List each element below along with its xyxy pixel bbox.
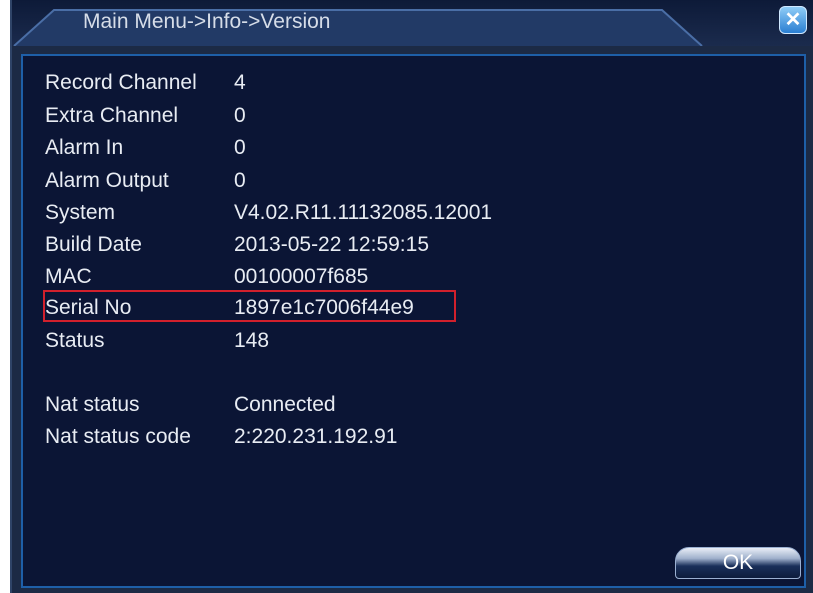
info-row-alarm-in: Alarm In 0 [23,136,783,166]
info-row-status: Status 148 [23,329,783,359]
info-value: 148 [234,329,270,352]
info-row-build-date: Build Date 2013-05-22 12:59:15 [23,233,783,263]
info-row-nat-status: Nat status Connected [23,393,783,423]
info-label: Nat status [45,393,140,416]
version-info-panel: Record Channel 4 Extra Channel 0 Alarm I… [21,54,806,588]
info-row-system: System V4.02.R11.11132085.12001 [23,201,783,231]
info-row-record-channel: Record Channel 4 [23,71,783,101]
dialog-window: Main Menu->Info->Version ✕ Record Channe… [10,0,813,593]
info-label: Extra Channel [45,104,179,127]
info-value: Connected [234,393,336,416]
info-label: Status [45,329,105,352]
info-label: System [45,201,116,224]
info-label: Build Date [45,233,142,256]
info-value: 0 [234,169,246,192]
info-value: 4 [234,71,246,94]
info-label: Nat status code [45,425,191,448]
info-row-extra-channel: Extra Channel 0 [23,104,783,134]
info-value: 0 [234,136,246,159]
close-button[interactable]: ✕ [779,6,807,34]
info-row-nat-status-code: Nat status code 2:220.231.192.91 [23,425,783,455]
info-value: 2013-05-22 12:59:15 [234,233,429,256]
info-value: V4.02.R11.11132085.12001 [234,201,493,224]
info-label: MAC [45,265,92,288]
info-value: 2:220.231.192.91 [234,425,398,448]
window-title: Main Menu->Info->Version [83,10,331,33]
info-label: Alarm In [45,136,124,159]
info-row-alarm-output: Alarm Output 0 [23,169,783,199]
ok-button[interactable]: OK [675,547,801,579]
title-bar: Main Menu->Info->Version ✕ [12,0,813,46]
serial-highlight-box [43,290,456,322]
close-icon: ✕ [784,9,802,31]
info-value: 00100007f685 [234,265,369,288]
info-label: Alarm Output [45,169,169,192]
info-value: 0 [234,104,246,127]
info-label: Record Channel [45,71,197,94]
